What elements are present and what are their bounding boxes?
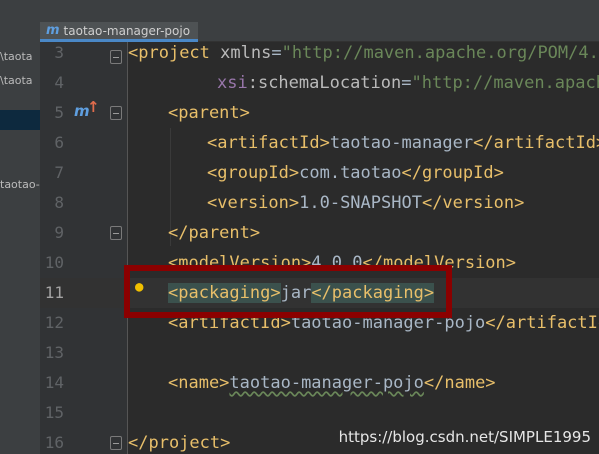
code-line-4: 4 xsi:schemaLocation="http://maven.apach… [0,68,599,98]
editor-tab-bar: m taotao-manager-pojo [40,0,599,42]
line-number: 6 [54,133,64,152]
line-number: 8 [54,193,64,212]
code-text[interactable]: <parent> [168,98,250,128]
code-text[interactable]: <project xmlns="http://maven.apache.org/… [128,38,599,68]
annotation-highlight-box [124,265,452,318]
line-number: 10 [44,253,64,272]
code-text[interactable]: <groupId>com.taotao</groupId> [207,158,504,188]
code-text[interactable]: <artifactId>taotao-manager</artifactId> [207,128,599,158]
line-number: 7 [54,163,64,182]
code-line-6: 6 <artifactId>taotao-manager</artifactId… [0,128,599,158]
code-line-13: 13 [0,338,599,368]
code-text[interactable]: <name>taotao-manager-pojo</name> [168,368,496,398]
code-text[interactable]: xsi:schemaLocation="http://maven.apache [217,68,599,98]
code-line-15: 15 [0,398,599,428]
tab-label: taotao-manager-pojo [63,23,191,38]
code-line-3: 3 <project xmlns="http://maven.apache.or… [0,38,599,68]
code-text[interactable]: <version>1.0-SNAPSHOT</version> [207,188,524,218]
code-text[interactable]: </parent> [168,218,260,248]
line-number: 14 [44,373,64,392]
line-number: 3 [54,43,64,62]
line-number: 16 [44,433,64,452]
code-line-7: 7 <groupId>com.taotao</groupId> [0,158,599,188]
line-number: 5 [54,103,64,122]
maven-icon: m [46,23,60,38]
line-number: 9 [54,223,64,242]
line-number: 12 [44,313,64,332]
line-number-current: 11 [44,283,64,302]
line-number: 4 [54,73,64,92]
code-line-9: 9 </parent> [0,218,599,248]
line-number: 15 [44,403,64,422]
line-number: 13 [44,343,64,362]
watermark: https://blog.csdn.net/SIMPLE1995 [338,428,591,446]
code-line-8: 8 <version>1.0-SNAPSHOT</version> [0,188,599,218]
code-line-14: 14 <name>taotao-manager-pojo</name> [0,368,599,398]
code-line-5: 5 <parent> [0,98,599,128]
code-text[interactable]: </project> [128,428,230,454]
